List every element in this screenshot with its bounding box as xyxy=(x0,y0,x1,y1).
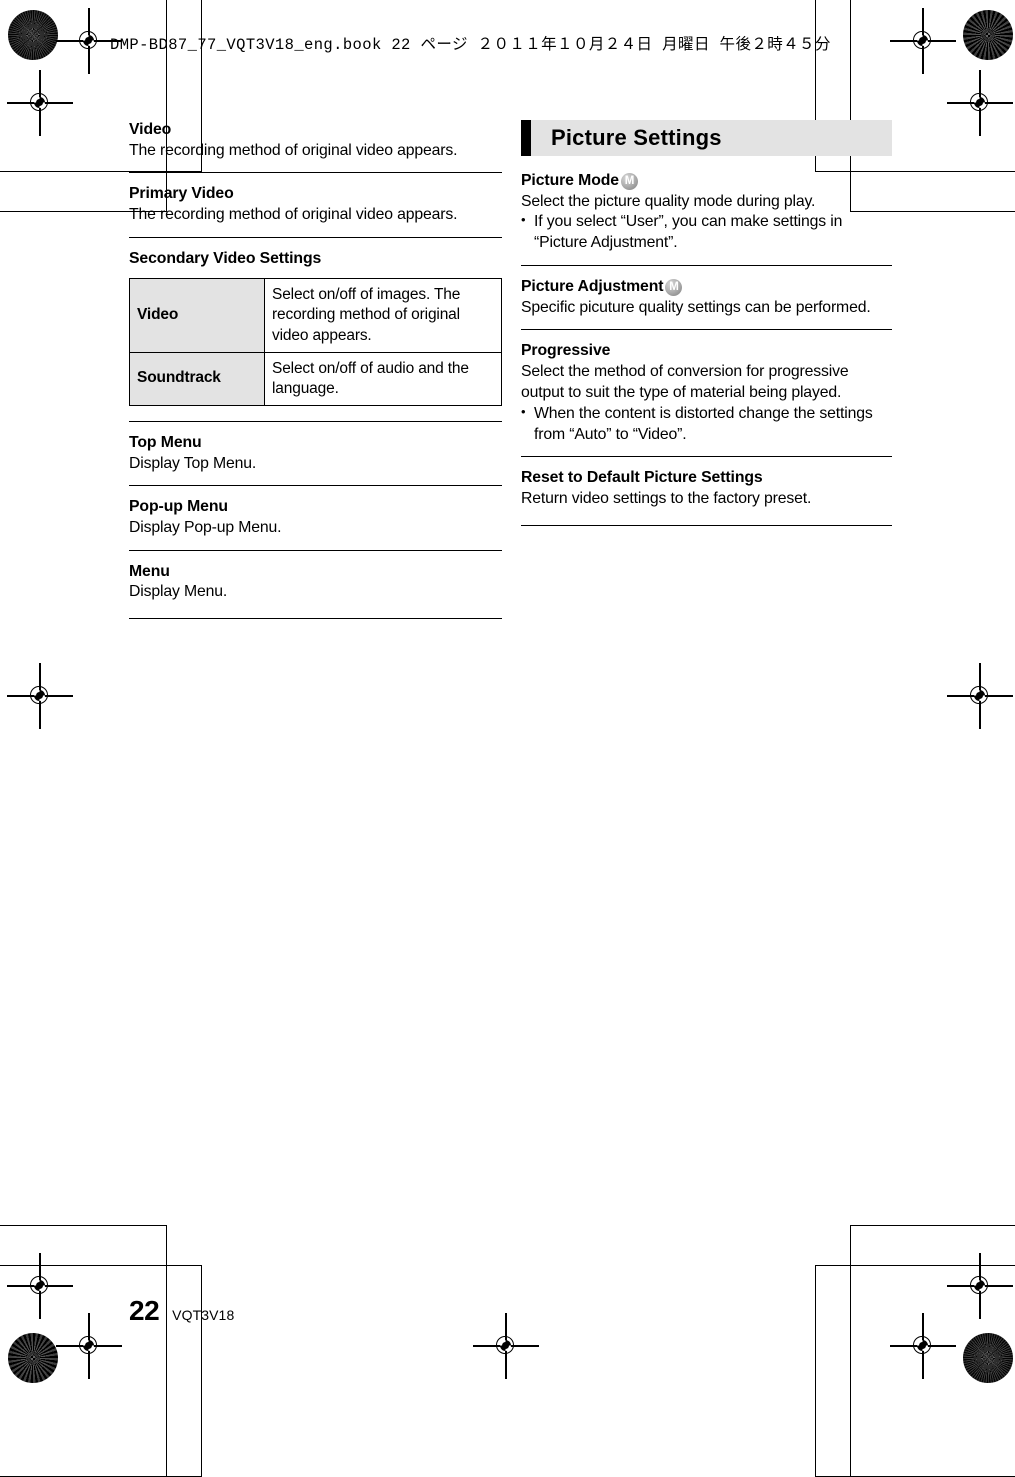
table-cell-key: Video xyxy=(129,278,265,353)
page-footer: 22 VQT3V18 xyxy=(129,1295,234,1327)
document-id: VQT3V18 xyxy=(172,1307,235,1323)
section-reset-to-default-picture-settings: Reset to Default Picture Settings Return… xyxy=(521,468,892,509)
section-pop-up-menu: Pop-up Menu Display Pop-up Menu. xyxy=(129,497,502,538)
section-heading: Video xyxy=(129,121,172,138)
table-cell-key: Soundtrack xyxy=(129,351,265,406)
registration-mark-left-bottom xyxy=(7,1253,73,1319)
section-progressive: Progressive Select the method of convers… xyxy=(521,341,892,445)
section-divider xyxy=(521,524,892,526)
section-body: Display Top Menu. xyxy=(129,454,257,472)
section-top-menu: Top Menu Display Top Menu. xyxy=(129,433,502,474)
section-heading: Secondary Video Settings xyxy=(129,249,322,267)
section-body: Display Pop-up Menu. xyxy=(129,518,282,536)
section-divider xyxy=(129,618,502,620)
manual-badge-icon: M xyxy=(621,173,638,190)
section-heading: Reset to Default Picture Settings xyxy=(521,469,763,487)
secondary-video-settings-table: Video Select on/off of images. The recor… xyxy=(129,278,502,406)
table-row: Video Select on/off of images. The recor… xyxy=(129,278,502,353)
registration-mark-bottom-left-outer xyxy=(56,1313,122,1379)
section-secondary-video-settings: Secondary Video Settings xyxy=(129,249,502,270)
section-heading: Primary Video xyxy=(129,185,234,203)
list-item: If you select “User”, you can make setti… xyxy=(521,211,892,254)
picture-settings-banner: Picture Settings xyxy=(521,120,892,156)
section-body: Display Menu. xyxy=(129,583,228,601)
registration-mark-bottom-center xyxy=(473,1313,539,1379)
section-body: Select the picture quality mode during p… xyxy=(521,192,816,210)
registration-mark-top-left-outer xyxy=(56,8,122,74)
registration-mark-left-top xyxy=(7,70,73,136)
table-cell-value: Select on/off of images. The recording m… xyxy=(264,278,502,353)
registration-mark-top-right-outer xyxy=(890,8,956,74)
book-header-line: DMP-BD87_77_VQT3V18_eng.book 22 ページ ２０１１… xyxy=(110,36,831,54)
section-bullet-list: When the content is distorted change the… xyxy=(521,403,892,446)
list-item: When the content is distorted change the… xyxy=(521,403,892,446)
table-cell-value: Select on/off of audio and the language. xyxy=(264,351,502,406)
registration-mark-right-top xyxy=(947,70,1013,136)
section-picture-adjustment: Picture Adjustment M Specific picuture qu… xyxy=(521,277,892,318)
registration-mark-right-bottom xyxy=(947,1253,1013,1319)
registration-mark-right-middle xyxy=(947,663,1013,729)
section-video: Video The recording method of original v… xyxy=(129,120,502,161)
section-body: Specific picuture quality settings can b… xyxy=(521,298,871,316)
banner-tab-marker xyxy=(521,120,531,156)
section-heading: Menu xyxy=(129,562,170,580)
section-heading: Picture Adjustment M xyxy=(521,277,892,298)
section-body: Return video settings to the factory pre… xyxy=(521,489,812,507)
page-number: 22 xyxy=(129,1295,160,1326)
section-heading: Progressive xyxy=(521,342,611,360)
section-primary-video: Primary Video The recording method of or… xyxy=(129,184,502,225)
section-heading: Top Menu xyxy=(129,433,202,451)
section-heading-text: Picture Mode xyxy=(521,172,619,189)
section-heading: Pop-up Menu xyxy=(129,498,228,516)
section-bullet-list: If you select “User”, you can make setti… xyxy=(521,211,892,254)
section-body: Select the method of conversion for prog… xyxy=(521,362,849,401)
banner-title: Picture Settings xyxy=(551,125,722,150)
section-picture-mode: Picture Mode M Select the picture quality… xyxy=(521,171,892,254)
registration-mark-left-middle xyxy=(7,663,73,729)
section-heading: Picture Mode M xyxy=(521,171,892,192)
right-column: Picture Settings Picture Mode M Select th… xyxy=(521,120,892,526)
manual-badge-icon: M xyxy=(665,279,683,297)
section-body: The recording method of original video a… xyxy=(129,205,458,223)
section-heading-text: Picture Adjustment xyxy=(521,278,664,296)
section-body: The recording method of original video a… xyxy=(129,141,458,159)
table-row: Soundtrack Select on/off of audio and th… xyxy=(129,351,502,406)
section-menu: Menu Display Menu. xyxy=(129,562,502,603)
left-column: Video The recording method of original v… xyxy=(129,120,502,620)
registration-mark-bottom-right-outer xyxy=(890,1313,956,1379)
